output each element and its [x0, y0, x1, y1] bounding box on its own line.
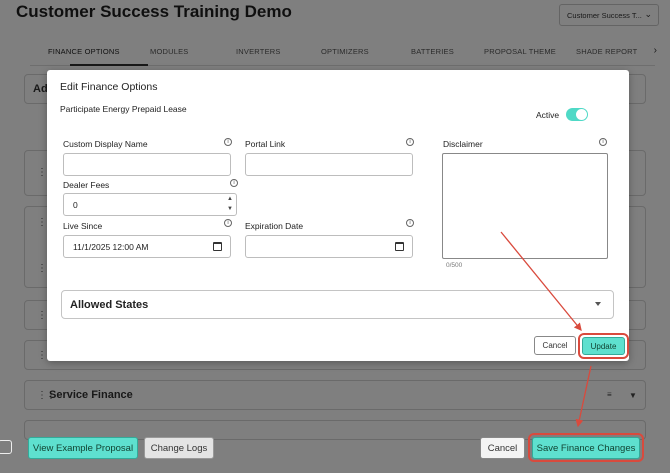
arrow-to-update: [500, 231, 582, 332]
arrow-to-save: [575, 365, 592, 428]
annotation-arrows: [500, 231, 592, 428]
